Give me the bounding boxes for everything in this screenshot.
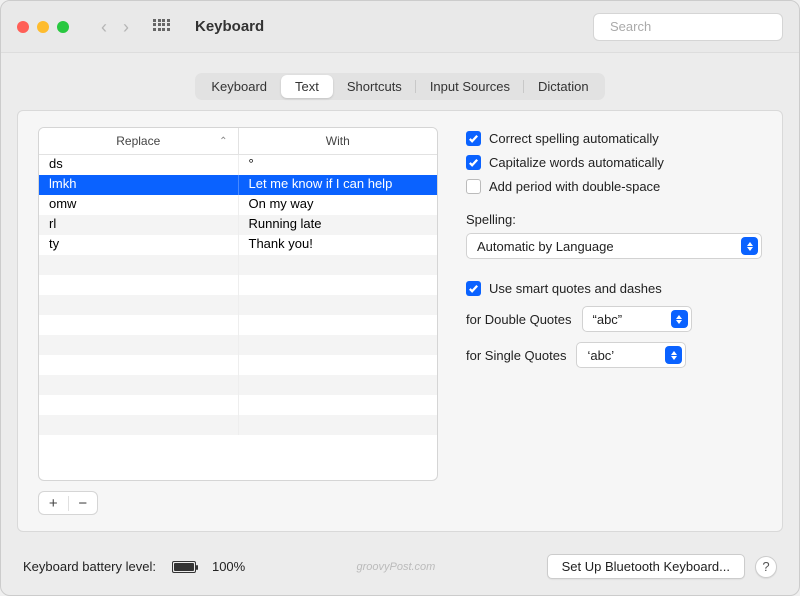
table-body: ds°lmkhLet me know if I can helpomwOn my… [39,155,437,480]
watermark: groovyPost.com [255,561,536,573]
col-replace[interactable]: Replace ⌃ [39,128,239,154]
tab-text[interactable]: Text [281,75,333,98]
add-period-checkbox[interactable]: Add period with double-space [466,179,762,194]
correct-spelling-checkbox[interactable]: Correct spelling automatically [466,131,762,146]
table-header: Replace ⌃ With [39,128,437,155]
battery-label: Keyboard battery level: [23,559,156,574]
show-all-icon[interactable] [153,19,169,35]
tab-keyboard[interactable]: Keyboard [197,75,281,98]
single-quotes-row: for Single Quotes ‘abc’ [466,342,762,368]
battery-percent: 100% [212,559,245,574]
minimize-window-button[interactable] [37,21,49,33]
replacements-section: Replace ⌃ With ds°lmkhLet me know if I c… [38,127,438,515]
double-quotes-select[interactable]: “abc” [582,306,692,332]
add-remove-controls: + − [38,491,98,515]
capitalize-checkbox[interactable]: Capitalize words automatically [466,155,762,170]
preferences-window: ‹ › Keyboard KeyboardTextShortcutsInput … [0,0,800,596]
smart-quotes-checkbox[interactable]: Use smart quotes and dashes [466,281,762,296]
tab-input-sources[interactable]: Input Sources [416,75,524,98]
table-row[interactable]: tyThank you! [39,235,437,255]
double-quotes-row: for Double Quotes “abc” [466,306,762,332]
search-input[interactable] [610,19,786,34]
close-window-button[interactable] [17,21,29,33]
forward-button[interactable]: › [123,18,129,36]
dropdown-arrows-icon [665,346,682,364]
table-row[interactable] [39,295,437,315]
add-button[interactable]: + [39,496,69,511]
table-row[interactable]: omwOn my way [39,195,437,215]
table-row[interactable] [39,395,437,415]
help-button[interactable]: ? [755,556,777,578]
options-section: Correct spelling automatically Capitaliz… [466,127,762,515]
battery-icon [172,561,196,573]
nav-buttons: ‹ › [101,18,129,36]
sort-indicator-icon: ⌃ [219,136,227,147]
titlebar: ‹ › Keyboard [1,1,799,53]
content: KeyboardTextShortcutsInput SourcesDictat… [1,53,799,540]
col-with[interactable]: With [239,128,438,154]
tabs: KeyboardTextShortcutsInput SourcesDictat… [17,73,783,100]
dropdown-arrows-icon [671,310,688,328]
checkbox-icon [466,155,481,170]
table-row[interactable] [39,315,437,335]
spelling-label: Spelling: [466,212,762,227]
spelling-select[interactable]: Automatic by Language [466,233,762,259]
footer: Keyboard battery level: 100% groovyPost.… [1,540,799,595]
table-row[interactable] [39,255,437,275]
text-panel: Replace ⌃ With ds°lmkhLet me know if I c… [17,110,783,532]
table-row[interactable] [39,275,437,295]
bluetooth-keyboard-button[interactable]: Set Up Bluetooth Keyboard... [547,554,745,579]
table-row[interactable]: lmkhLet me know if I can help [39,175,437,195]
table-row[interactable]: ds° [39,155,437,175]
table-row[interactable] [39,375,437,395]
zoom-window-button[interactable] [57,21,69,33]
dropdown-arrows-icon [741,237,758,255]
remove-button[interactable]: − [69,496,98,511]
tab-shortcuts[interactable]: Shortcuts [333,75,416,98]
replacements-table[interactable]: Replace ⌃ With ds°lmkhLet me know if I c… [38,127,438,481]
search-field[interactable] [593,13,783,41]
single-quotes-select[interactable]: ‘abc’ [576,342,686,368]
checkbox-icon [466,131,481,146]
table-row[interactable] [39,415,437,435]
table-row[interactable] [39,355,437,375]
checkbox-icon [466,179,481,194]
checkbox-icon [466,281,481,296]
window-title: Keyboard [195,18,264,35]
window-controls [17,21,69,33]
tab-dictation[interactable]: Dictation [524,75,603,98]
back-button[interactable]: ‹ [101,18,107,36]
table-row[interactable]: rlRunning late [39,215,437,235]
table-row[interactable] [39,335,437,355]
